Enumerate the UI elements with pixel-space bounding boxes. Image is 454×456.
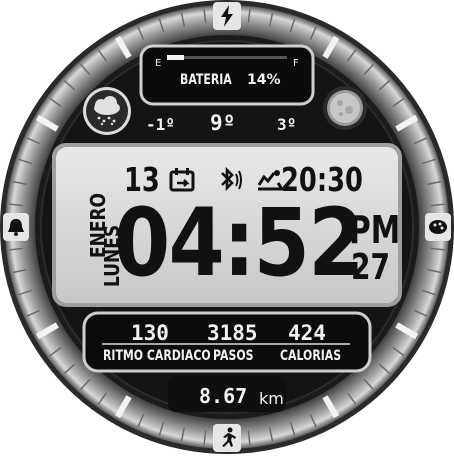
moon-icon[interactable] <box>327 90 363 126</box>
battery-percent: 14% <box>247 72 281 88</box>
bolt-icon[interactable] <box>213 2 241 30</box>
heart-rate-value: 130 <box>131 321 169 345</box>
battery-full-label: F <box>293 58 299 69</box>
temp-low: -1º <box>146 115 175 134</box>
battery-bar <box>167 55 287 60</box>
cloud-snow-icon[interactable] <box>89 93 125 129</box>
battery-empty-label: E <box>155 58 162 69</box>
calories-value: 424 <box>288 321 326 345</box>
calories-label: CALORIAS <box>280 348 342 364</box>
run-icon[interactable] <box>213 424 241 452</box>
battery-bar-fill <box>167 55 184 60</box>
heart-rate-label: RITMO CARDIACO <box>103 348 211 364</box>
temp-high: 3º <box>277 115 297 134</box>
ampm-label: PM <box>349 208 401 252</box>
battery-label: BATERIA <box>180 72 232 88</box>
bell-icon[interactable] <box>3 213 29 241</box>
temp-now: 9º <box>210 111 236 135</box>
distance-unit: km <box>259 389 284 408</box>
date-number: 27 <box>351 247 391 288</box>
main-clock: 04:52 <box>114 189 364 298</box>
steps-value: 3185 <box>207 321 258 345</box>
palette-icon[interactable] <box>425 213 451 241</box>
steps-label: PASOS <box>213 348 254 364</box>
distance-value: 8.67 <box>199 384 248 408</box>
